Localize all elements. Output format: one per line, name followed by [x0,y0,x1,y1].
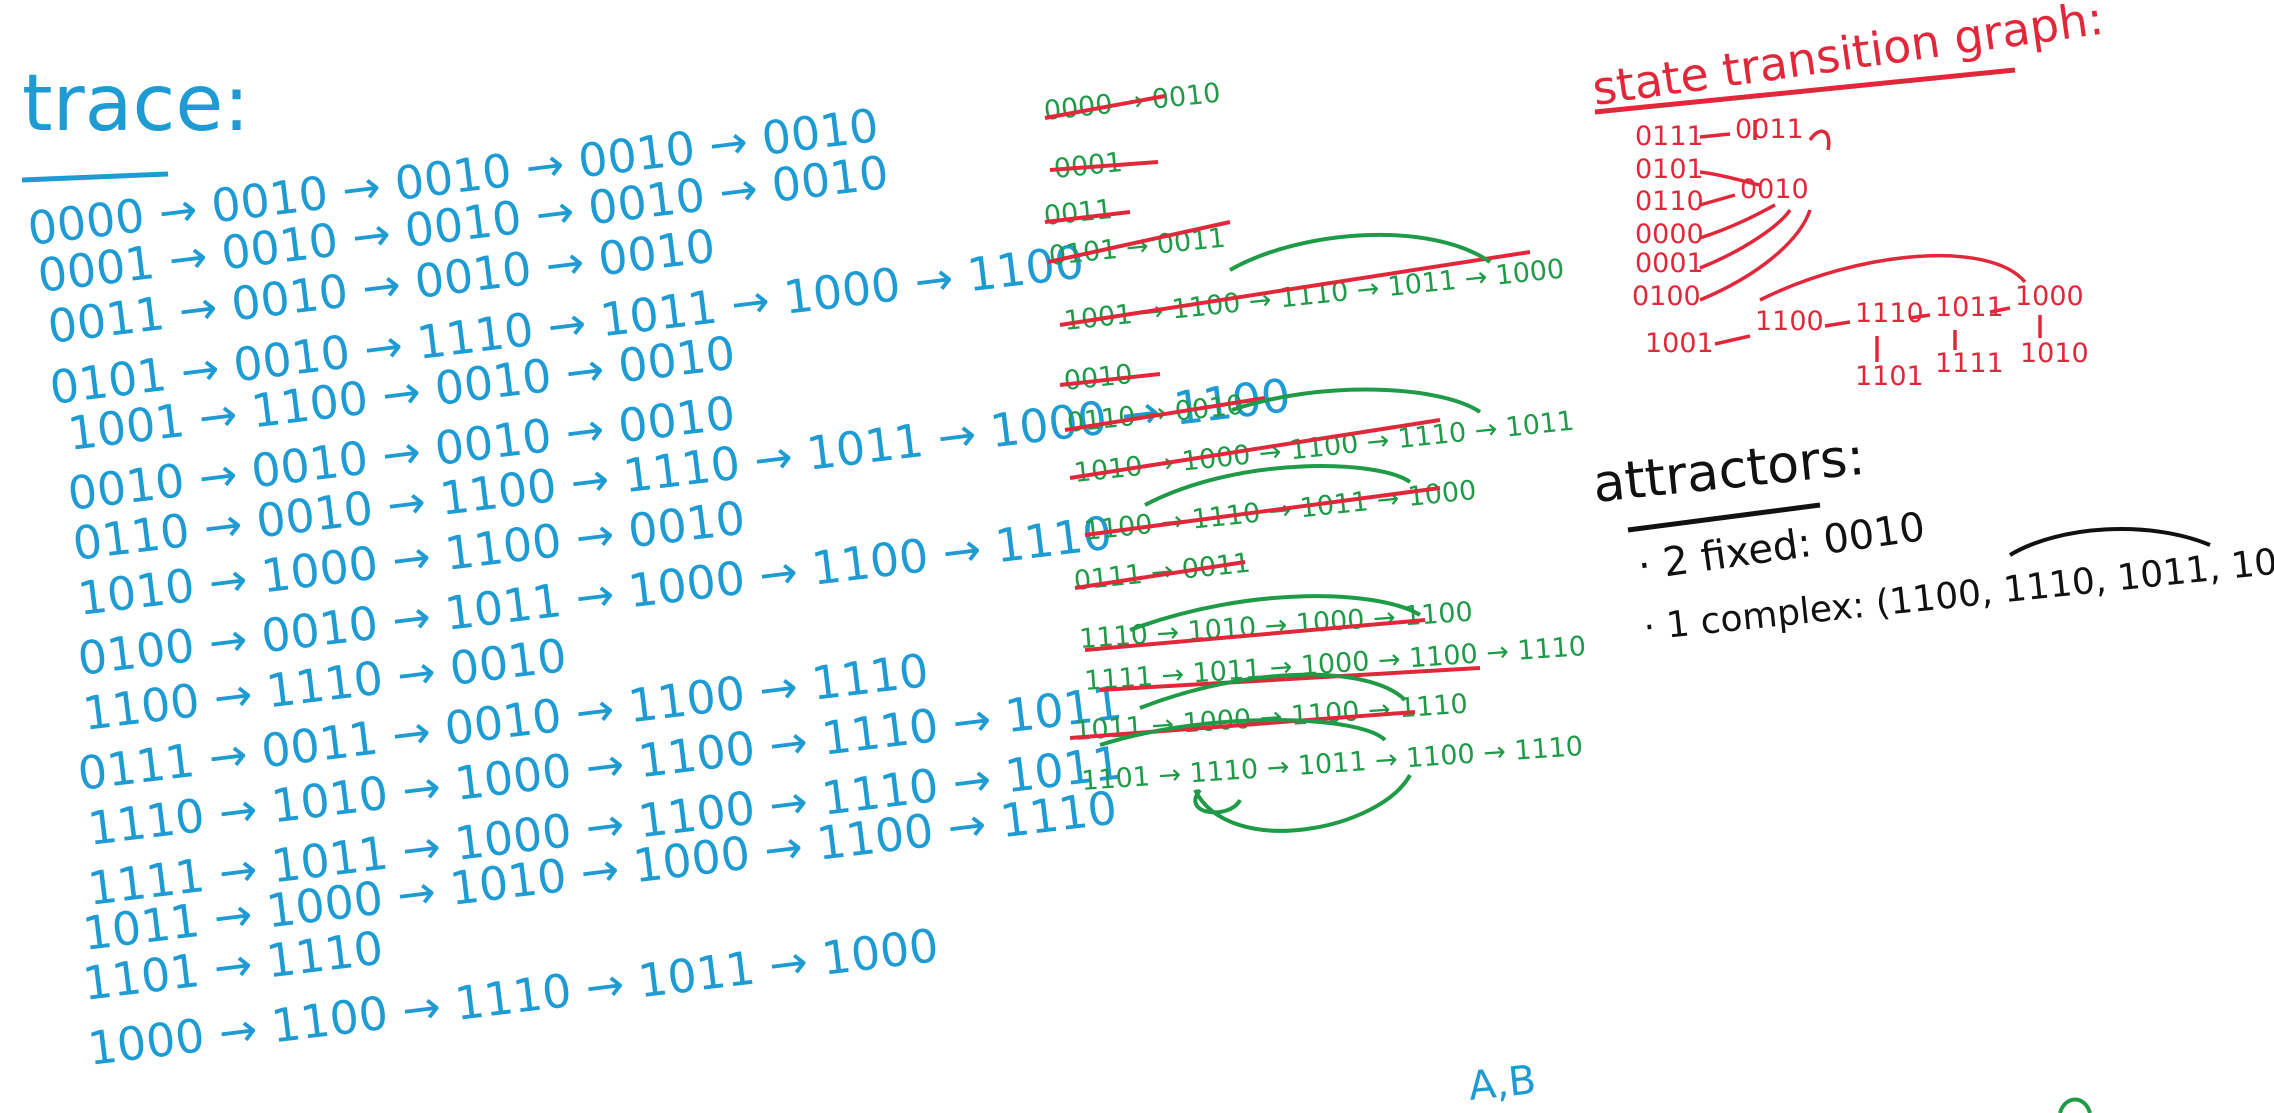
graph-node: 1110 [1855,298,1924,329]
scratch-row: 0011 [1042,194,1114,232]
scratch-section: 0000 → 0010 0001 0011 0101 → 0011 1001 →… [1042,78,1587,833]
graph-node: 1101 [1855,361,1924,392]
graph-title: state transition graph: [1589,0,2107,116]
graph-node: 0001 [1635,248,1704,279]
bottom-fragment-label: A,B [1466,1057,1538,1110]
trace-title: trace: [22,59,250,149]
graph-node: 1000 [2015,281,2084,312]
bottom-green-fragment [2058,1097,2092,1113]
graph-node: 0101 [1635,154,1704,185]
graph-node: 1001 [1645,328,1714,359]
graph-node: 0110 [1635,186,1704,217]
graph-section: state transition graph: 0111 0011 0101 0… [1589,0,2107,392]
scratch-row: 1011 → 1000 → 1100 → 1110 [1073,689,1468,747]
graph-node: 0000 [1635,219,1704,250]
graph-node: 1010 [2020,338,2089,369]
trace-title-underline [21,171,169,183]
scratch-row: 1001 → 1100 → 1110 → 1011 → 1000 [1062,254,1565,337]
graph-node: 0111 [1635,121,1704,152]
whiteboard: trace: 0000 → 0010 → 0010 → 0010 → 0010 … [21,0,2274,1113]
graph-node: 1100 [1755,306,1824,337]
graph-node: 1111 [1935,348,2004,379]
graph-node: 0100 [1632,281,1701,312]
graph-node: 0010 [1740,174,1809,205]
bottom-fragments: A,B [1466,1057,2092,1113]
attractors-title: attractors: [1590,427,1867,515]
attractors-section: attractors: · 2 fixed: 0010 · 1 complex:… [1590,427,2274,649]
graph-node: 0011 [1735,114,1804,145]
attractors-fixed: · 2 fixed: 0010 [1635,504,1928,590]
graph-node: 1011 [1935,292,2004,323]
